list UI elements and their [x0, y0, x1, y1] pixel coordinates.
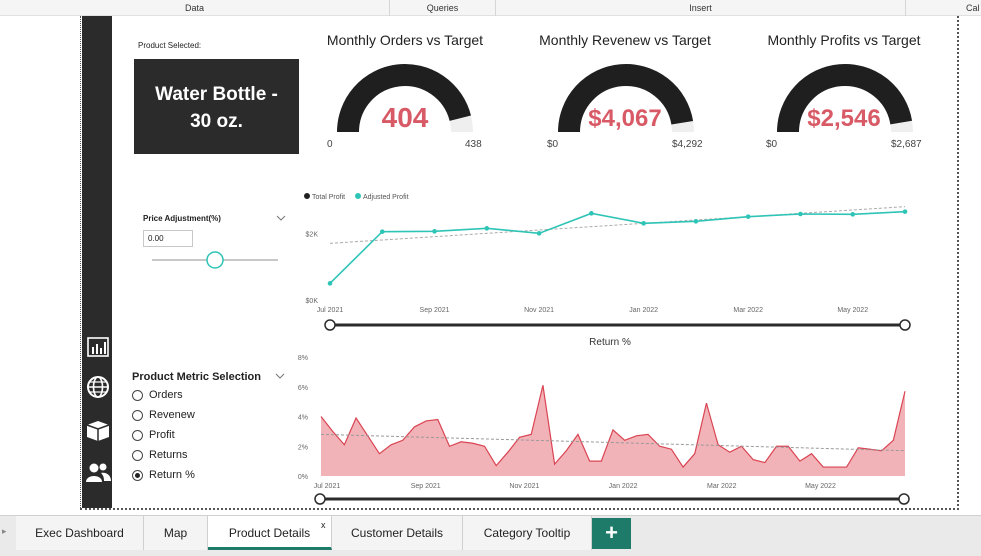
- y-tick-label: 0%: [298, 474, 308, 481]
- data-point: [536, 231, 542, 236]
- range-handle-end: [899, 319, 911, 331]
- data-point: [693, 219, 699, 224]
- range-handle-start: [324, 319, 336, 331]
- legend-label-adjusted-profit: Adjusted Profit: [363, 194, 409, 201]
- x-tick-label: Nov 2021: [509, 483, 539, 490]
- x-tick-label: May 2022: [805, 483, 836, 490]
- trend-line: [329, 206, 906, 244]
- data-point: [850, 212, 856, 217]
- x-tick-label: Mar 2022: [707, 483, 737, 490]
- y-tick-label: $0K: [306, 298, 319, 305]
- x-tick-label: Jul 2021: [317, 307, 344, 314]
- range-handle-start: [314, 493, 326, 505]
- legend-marker-adjusted-profit: [355, 193, 361, 199]
- data-point: [641, 221, 646, 226]
- x-tick-label: May 2022: [837, 307, 868, 314]
- data-point: [902, 209, 908, 214]
- tab-category-tooltip[interactable]: Category Tooltip: [463, 516, 592, 550]
- x-tick-label: Nov 2021: [524, 307, 554, 314]
- tab-customer-details[interactable]: Customer Details: [332, 516, 463, 550]
- add-page-button[interactable]: +: [592, 518, 631, 549]
- y-tick-label: 4%: [298, 415, 308, 422]
- tab-scroll-arrow-icon[interactable]: ▸: [2, 526, 7, 537]
- y-tick-label: 2%: [298, 444, 308, 451]
- return-pct-title: Return %: [589, 337, 631, 348]
- x-tick-label: Jan 2022: [629, 307, 658, 314]
- charts-layer: Total Profit Adjusted Profit $0K $2K Jul 202…: [298, 193, 911, 505]
- range-handle-end: [898, 493, 910, 505]
- y-tick-label: $2K: [306, 231, 319, 238]
- x-tick-label: Jul 2021: [314, 483, 341, 490]
- legend-label-total-profit: Total Profit: [312, 194, 345, 201]
- y-tick-label: 8%: [298, 355, 308, 362]
- close-icon[interactable]: x: [321, 520, 326, 530]
- tab-exec-dashboard[interactable]: Exec Dashboard: [16, 516, 144, 550]
- x-tick-label: Jan 2022: [609, 483, 638, 490]
- data-point: [327, 281, 333, 286]
- data-point: [745, 214, 751, 219]
- data-point: [589, 211, 594, 216]
- data-point: [798, 211, 803, 217]
- adjusted-profit-line: [329, 210, 906, 284]
- x-tick-label: Sep 2021: [411, 483, 441, 490]
- data-point: [432, 229, 437, 234]
- data-point: [484, 226, 490, 231]
- tab-product-details[interactable]: Product Details: [208, 516, 332, 550]
- tab-map[interactable]: Map: [144, 516, 208, 550]
- data-point: [379, 229, 385, 234]
- legend-marker-total-profit: [304, 193, 310, 199]
- y-tick-label: 6%: [298, 385, 308, 392]
- x-tick-label: Mar 2022: [733, 307, 763, 314]
- x-tick-label: Sep 2021: [420, 307, 450, 314]
